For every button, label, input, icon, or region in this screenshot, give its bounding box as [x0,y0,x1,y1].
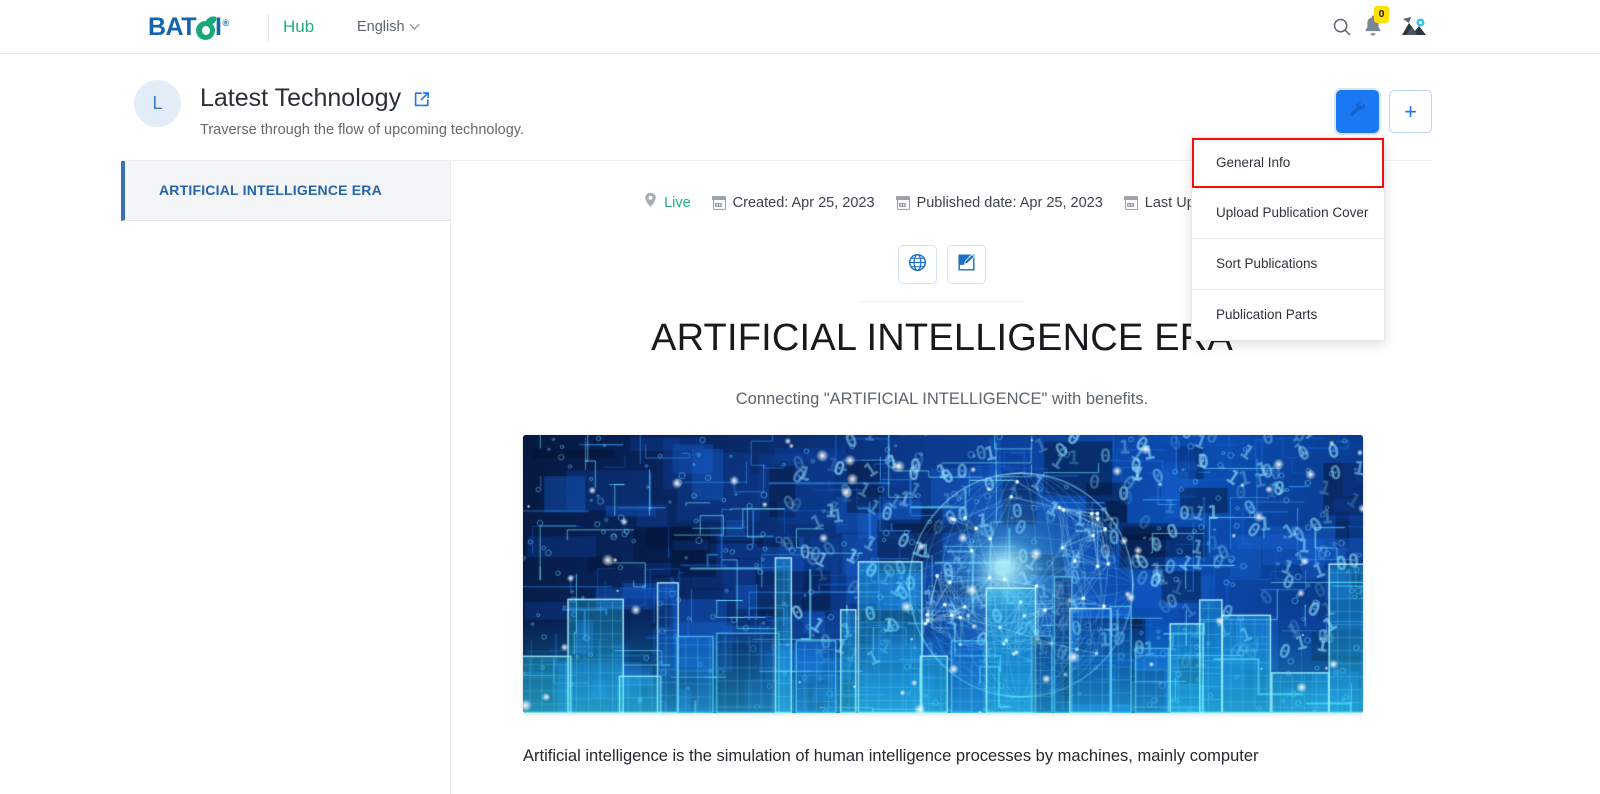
batoi-logo[interactable]: BAT I ® [148,14,229,40]
meta-published: Published date: Apr 25, 2023 [895,193,1103,213]
nav-link-hub[interactable]: Hub [283,16,314,38]
meta-status: Live [644,192,691,214]
page-header-actions: + [1336,90,1432,133]
globe-icon [908,253,927,277]
calendar-icon [712,195,727,210]
page-subtitle: Traverse through the flow of upcoming te… [200,122,525,138]
wrench-icon [1348,99,1368,124]
settings-tool-button[interactable] [1336,90,1379,133]
content-divider [860,301,1025,302]
page-title-text: Latest Technology [200,84,402,112]
sidebar-item-label: ARTIFICIAL INTELLIGENCE ERA [159,182,382,198]
nav-divider [268,14,269,41]
external-link-icon[interactable] [413,91,430,108]
edit-button[interactable] [947,245,986,284]
preview-globe-button[interactable] [898,245,937,284]
publication-body-paragraph: Artificial intelligence is the simulatio… [523,747,1259,765]
calendar-icon [895,195,911,210]
cover-canvas [523,435,1363,713]
menu-item-general-info[interactable]: General Info [1192,138,1384,188]
avatar-image [1400,14,1428,40]
sidebar-item-artificial-intelligence-era[interactable]: ARTIFICIAL INTELLIGENCE ERA [121,161,450,221]
calendar-icon [1124,195,1139,210]
meta-published-label: Published date: Apr 25, 2023 [916,195,1103,211]
logo-leaf-icon [196,15,217,40]
search-icon[interactable] [1330,15,1354,39]
menu-item-sort-publications[interactable]: Sort Publications [1192,239,1384,290]
page-title: Latest Technology [200,82,430,114]
location-pin-icon [644,192,657,214]
menu-item-publication-parts[interactable]: Publication Parts [1192,290,1384,340]
language-label: English [357,19,405,35]
publications-sidebar: ARTIFICIAL INTELLIGENCE ERA [121,160,451,794]
add-publication-button[interactable]: + [1389,90,1432,133]
menu-item-upload-publication-cover[interactable]: Upload Publication Cover [1192,188,1384,239]
page-avatar: L [134,80,181,127]
bell-icon[interactable]: 0 [1360,6,1389,41]
chevron-down-icon [409,19,420,30]
publication-options-dropdown: General Info Upload Publication Cover So… [1191,137,1385,341]
logo-text-left: BAT [148,13,197,41]
meta-created: Created: Apr 25, 2023 [712,193,875,213]
user-avatar[interactable] [1400,13,1428,41]
publication-subtitle: Connecting "ARTIFICIAL INTELLIGENCE" wit… [735,390,1149,408]
language-selector[interactable]: English [357,18,420,36]
edit-square-icon [957,253,976,277]
meta-created-label: Created: Apr 25, 2023 [732,195,875,211]
logo-registered-mark: ® [222,18,230,28]
meta-status-label: Live [664,195,691,211]
notification-badge: 0 [1374,6,1389,23]
top-navigation-bar: BAT I ® Hub English 0 [0,0,1600,54]
publication-cover-image [523,435,1363,713]
